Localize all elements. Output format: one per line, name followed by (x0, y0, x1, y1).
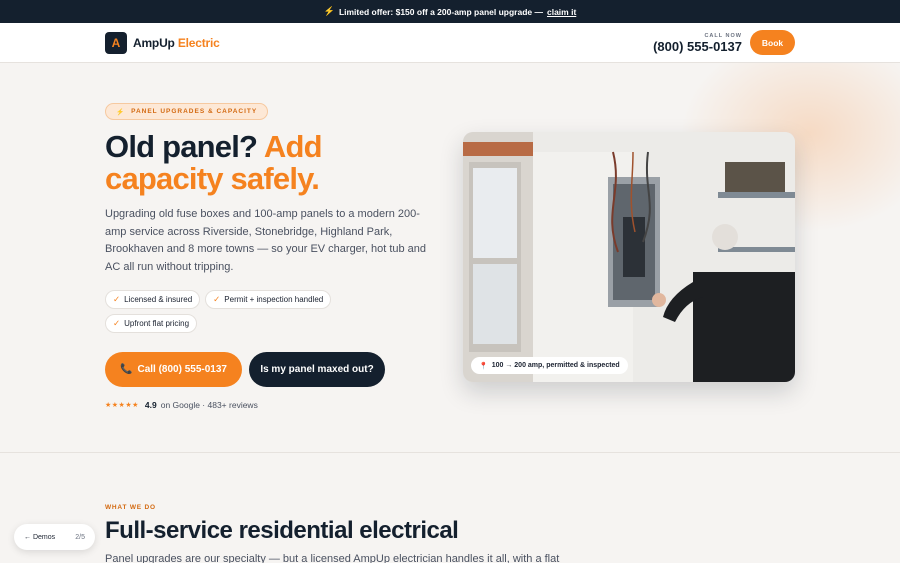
services-section: WHAT WE DO Full-service residential elec… (0, 453, 900, 563)
hero-photo: 📍 100 → 200 amp, permitted & inspected (463, 132, 795, 382)
services-title: Full-service residential electrical (105, 517, 459, 544)
demo-nav[interactable]: ← Demos 2/5 (14, 524, 95, 550)
check-icon: ✓ (113, 294, 121, 304)
header-call[interactable]: CALL NOW (800) 555-0137 (653, 33, 742, 54)
pin-icon: 📍 (479, 362, 488, 370)
header-phone-number[interactable]: (800) 555-0137 (653, 39, 742, 54)
rating-stars: ★★★★★ (105, 402, 139, 409)
bolt-icon: ⚡ (116, 108, 126, 116)
call-cta-label: Call (800) 555-0137 (137, 364, 227, 375)
services-description: Panel upgrades are our specialty — but a… (105, 553, 560, 563)
photo-badge: 📍 100 → 200 amp, permitted & inspected (471, 357, 628, 374)
trust-chips: ✓ Licensed & insured ✓ Permit + inspecti… (105, 290, 355, 333)
phone-icon: 📞 (120, 364, 133, 375)
electrician-photo-illustration (463, 132, 795, 382)
trust-chip: ✓ Licensed & insured (105, 290, 201, 309)
promo-bar: ⚡ Limited offer: $150 off a 200-amp pane… (0, 0, 900, 23)
photo-badge-label: 100 → 200 amp, permitted & inspected (491, 362, 620, 369)
hero-section: ⚡ PANEL UPGRADES & CAPACITY Old panel? A… (0, 63, 900, 452)
headline-main: Old panel? (105, 129, 258, 164)
chip-label: Upfront flat pricing (124, 319, 190, 328)
services-eyebrow: WHAT WE DO (105, 504, 156, 511)
logo-text: AmpUp Electric (133, 36, 220, 50)
promo-claim-link[interactable]: claim it (547, 7, 576, 17)
trust-chip: ✓ Permit + inspection handled (205, 290, 332, 309)
logo-main: AmpUp (133, 36, 175, 50)
logo-accent: Electric (177, 36, 220, 50)
hero-lead: Upgrading old fuse boxes and 100-amp pan… (105, 208, 427, 273)
bolt-icon: ⚡ (323, 6, 335, 16)
site-header: A AmpUp Electric CALL NOW (800) 555-0137… (0, 23, 900, 63)
rating-score: 4.9 (144, 400, 157, 410)
demo-counter: 2/5 (75, 533, 85, 541)
call-cta-button[interactable]: 📞 Call (800) 555-0137 (105, 352, 242, 387)
trust-chip: ✓ Upfront flat pricing (105, 314, 198, 333)
logo-mark: A (105, 32, 127, 54)
google-rating: ★★★★★ 4.9 on Google · 483+ reviews (105, 400, 258, 410)
logo[interactable]: A AmpUp Electric (105, 32, 220, 54)
hero-headline: Old panel? Add capacity safely. (105, 131, 435, 195)
hero-eyebrow: ⚡ PANEL UPGRADES & CAPACITY (105, 103, 269, 120)
promo-text: Limited offer: $150 off a 200-amp panel … (338, 6, 543, 17)
chip-label: Licensed & insured (124, 295, 193, 304)
demos-back-link[interactable]: ← Demos (24, 534, 55, 541)
rating-source: on Google · 483+ reviews (160, 400, 258, 410)
chip-label: Permit + inspection handled (224, 295, 324, 304)
book-button[interactable]: Book (750, 30, 795, 55)
check-icon: ✓ (213, 294, 221, 304)
hero-eyebrow-label: PANEL UPGRADES & CAPACITY (131, 108, 258, 115)
check-icon: ✓ (113, 318, 121, 328)
panel-check-button[interactable]: Is my panel maxed out? (249, 352, 385, 387)
